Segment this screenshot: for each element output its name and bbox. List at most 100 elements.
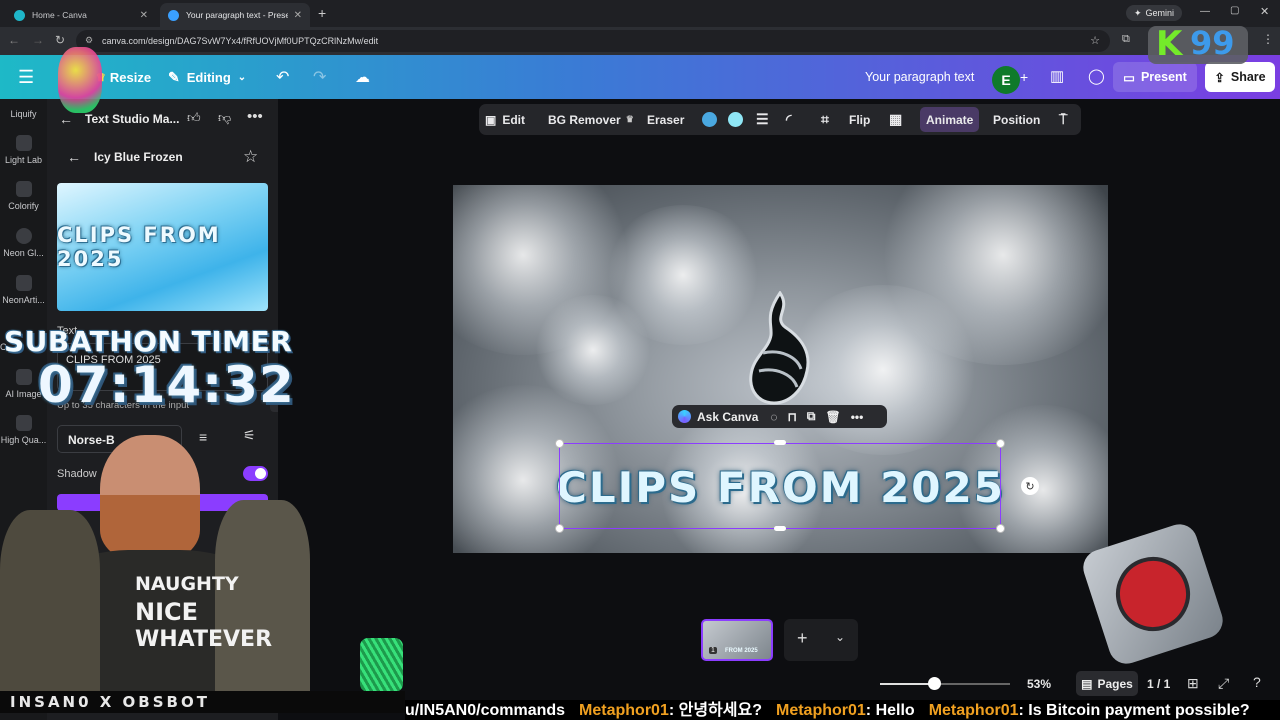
back-icon[interactable]: ← (8, 33, 20, 47)
grid-view-icon[interactable]: ⊞ (1187, 675, 1199, 692)
editing-mode-button[interactable]: ✎ Editing ⌄ (168, 55, 246, 99)
gemini-button[interactable]: ✦ Gemini (1126, 5, 1183, 21)
url-field[interactable]: ⚙ canva.com/design/DAG7SvW7Yx4/fRfUOVjMf… (76, 30, 1110, 52)
undo-icon[interactable]: ↶ (276, 55, 289, 99)
pages-label: Pages (1097, 676, 1133, 691)
resize-handle[interactable] (555, 524, 564, 533)
canva-favicon-icon (14, 9, 25, 21)
k99-logo: K 99 (1148, 24, 1248, 64)
duplicate-icon[interactable]: ⧉ (807, 409, 816, 424)
pages-button[interactable]: ▤ Pages (1076, 671, 1138, 696)
resize-button[interactable]: ♛ Resize (96, 55, 151, 99)
rail-item-light-lab[interactable]: Light Lab (0, 135, 47, 165)
k99-logo-number: 99 (1190, 24, 1235, 62)
share-button[interactable]: ⇪ Share (1205, 62, 1275, 92)
pencil-icon: ✎ (168, 68, 180, 85)
close-window-icon[interactable]: ✕ (1260, 5, 1269, 18)
back-arrow-icon[interactable]: ← (59, 111, 73, 127)
resize-handle[interactable] (996, 524, 1005, 533)
bookmark-star-icon[interactable]: ☆ (1090, 34, 1100, 47)
color-swatch-2[interactable] (728, 112, 743, 127)
add-page-icon[interactable]: + (797, 628, 808, 649)
minimize-window-icon[interactable]: — (1200, 6, 1210, 17)
browser-address-bar: ← → ↻ ⚙ canva.com/design/DAG7SvW7Yx4/fRf… (0, 27, 1280, 55)
new-tab-button[interactable]: + (318, 5, 326, 21)
resize-handle-bottom[interactable] (774, 526, 786, 531)
rail-item-label: AI Image (5, 389, 42, 399)
favorite-star-icon[interactable]: ☆ (243, 147, 258, 167)
lock-icon[interactable]: ⊓ (788, 410, 797, 424)
rail-item-neon-glow[interactable]: Neon Gl... (0, 228, 47, 258)
resize-handle[interactable] (996, 439, 1005, 448)
help-icon[interactable]: ? (1253, 674, 1261, 690)
analytics-icon[interactable]: ▥ (1050, 67, 1064, 85)
bg-remover-label: BG Remover (548, 112, 621, 127)
dislike-icon[interactable]: 👎︎ (218, 110, 231, 126)
bg-remover-button[interactable]: BG Remover ♛ (548, 104, 634, 135)
forward-icon[interactable]: → (32, 33, 44, 47)
extensions-icon[interactable]: ⧉ (1122, 33, 1130, 46)
maximize-window-icon[interactable]: ▢ (1230, 5, 1239, 16)
add-collaborator-icon[interactable]: + (1020, 69, 1028, 85)
ask-canva-icon (678, 410, 691, 423)
position-label: Position (993, 112, 1041, 127)
back-arrow-icon[interactable]: ← (67, 149, 81, 165)
animate-label: Animate (926, 112, 974, 127)
zoom-slider-fill (880, 683, 935, 685)
rail-item-liquify[interactable]: Liquify (0, 109, 47, 119)
zoom-level[interactable]: 53% (1027, 677, 1051, 691)
rotate-icon[interactable]: ↻ (1021, 477, 1039, 495)
animate-button[interactable]: Animate (920, 107, 980, 132)
light-lab-icon (15, 135, 32, 151)
rail-item-colorify[interactable]: Colorify (0, 181, 47, 211)
browser-tab-active[interactable]: Your paragraph text - Presentati... ✕ (160, 3, 310, 27)
redo-icon[interactable]: ↷ (313, 55, 326, 99)
edit-image-button[interactable]: ▣ Edit (485, 104, 525, 135)
eraser-button[interactable]: Eraser (647, 104, 684, 135)
like-icon[interactable]: 👍︎ (187, 110, 201, 126)
resize-handle[interactable] (555, 439, 564, 448)
transparency-icon[interactable]: ▦ (889, 104, 902, 135)
document-title[interactable]: Your paragraph text (865, 55, 974, 99)
close-tab-icon[interactable]: ✕ (134, 10, 148, 21)
rail-item-neon-artist[interactable]: NeonArti... (0, 275, 47, 305)
chevron-down-icon[interactable]: ⌄ (835, 630, 845, 644)
share-label: Share (1230, 70, 1266, 84)
delete-icon[interactable]: 🗑︎ (825, 410, 840, 424)
streamer-mascot-logo (58, 47, 102, 113)
crop-icon[interactable]: ⌗ (821, 104, 829, 135)
ask-canva-button[interactable]: Ask Canva (697, 410, 758, 424)
avatar[interactable]: E (992, 66, 1020, 94)
cloud-saved-icon[interactable]: ☁ (355, 55, 370, 99)
fullscreen-icon[interactable]: ⤢ (1218, 675, 1229, 692)
color-swatch-1[interactable] (702, 112, 717, 127)
corner-rounding-icon[interactable]: ◜ (786, 104, 791, 135)
comment-add-icon[interactable]: ◌ (770, 410, 777, 424)
page-thumbnail[interactable]: FROM 2025 1 (701, 619, 773, 661)
browser-tab-home[interactable]: Home - Canva ✕ (6, 3, 156, 27)
paint-format-icon[interactable]: ⍑ (1059, 104, 1067, 135)
more-options-icon[interactable]: ••• (247, 108, 263, 125)
close-tab-icon[interactable]: ✕ (288, 10, 302, 21)
comments-icon[interactable]: ◯ (1088, 67, 1105, 85)
present-button[interactable]: ▭ Present (1113, 62, 1197, 92)
more-options-icon[interactable]: ••• (851, 410, 864, 424)
chat-message: : 안녕하세요? (668, 702, 762, 719)
position-button[interactable]: Position (993, 104, 1040, 135)
pages-icon: ▤ (1081, 676, 1093, 691)
site-info-icon[interactable]: ⚙ (85, 35, 93, 46)
resize-handle-top[interactable] (774, 440, 786, 445)
k99-logo-letter: K (1156, 24, 1183, 64)
resize-label: Resize (109, 69, 152, 85)
line-weight-icon[interactable]: ☰ (756, 104, 769, 135)
rail-item-label: Light Lab (4, 155, 43, 165)
browser-menu-icon[interactable]: ⋮ (1262, 32, 1274, 46)
chat-username: Metaphor01 (776, 702, 866, 719)
reload-icon[interactable]: ↻ (55, 33, 65, 47)
main-menu-icon[interactable]: ☰ (18, 55, 34, 99)
flip-button[interactable]: Flip (849, 104, 870, 135)
flame-logo[interactable] (741, 291, 819, 407)
shirt-line: NICE (135, 598, 199, 626)
chat-ticker: u/IN5AN0/commands Metaphor01 : 안녕하세요? Meta… (405, 700, 1280, 720)
style-preview-thumbnail[interactable]: CLIPS FROM 2025 (57, 183, 268, 311)
